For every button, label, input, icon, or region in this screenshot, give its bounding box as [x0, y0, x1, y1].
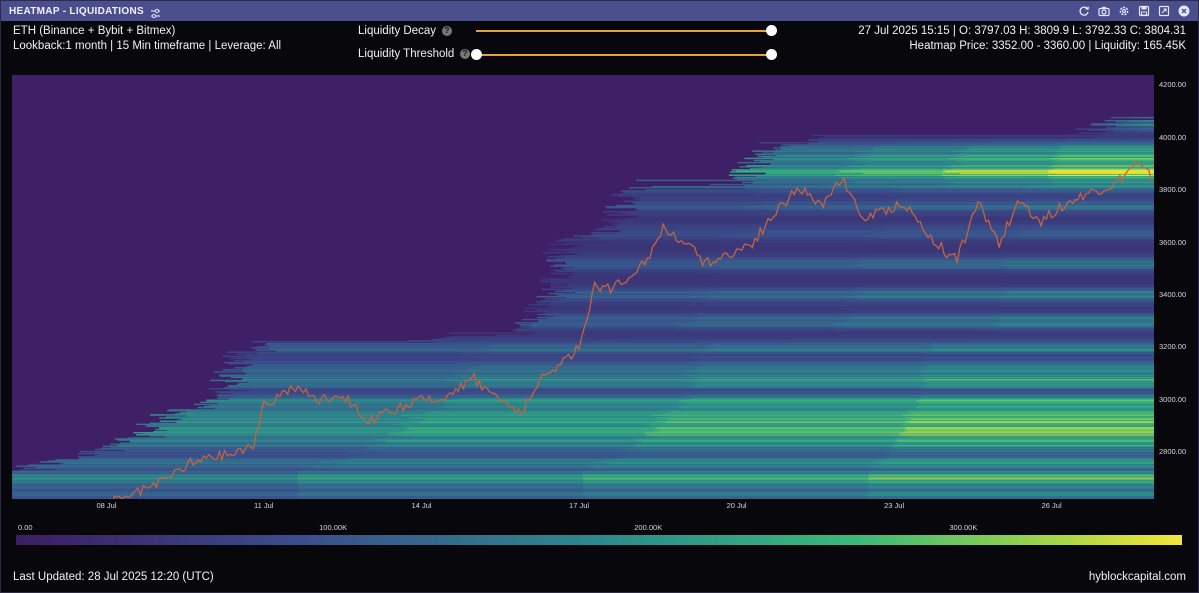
x-tick-label: 26 Jul: [1041, 501, 1062, 510]
liquidation-heatmap[interactable]: [12, 75, 1154, 499]
liquidity-cell: [1110, 116, 1122, 119]
liquidity-cell: [1142, 127, 1154, 129]
title-bar: HEATMAP - LIQUIDATIONS: [1, 1, 1198, 21]
price-axis: 4200.00 4000.00 3800.00 3600.00 3400.00 3200.…: [1154, 75, 1199, 499]
heatmap-widget: HEATMAP - LIQUIDATIONS ETH (Binance + By…: [0, 0, 1199, 593]
x-tick-label: 20 Jul: [726, 501, 747, 510]
colorbar-tick-label: 0.00: [18, 523, 33, 532]
y-tick-label: 4000.00: [1159, 132, 1187, 142]
ohlc-readout: 27 Jul 2025 15:15 | O: 3797.03 H: 3809.9…: [858, 25, 1186, 37]
liquidity-cell: [1107, 123, 1124, 125]
close-icon[interactable]: [1177, 4, 1190, 17]
decay-help-icon[interactable]: ?: [442, 26, 452, 36]
liquidity-colorbar: [16, 535, 1182, 545]
threshold-help-icon[interactable]: ?: [460, 49, 470, 59]
liquidity-cell: [1091, 123, 1108, 125]
refresh-icon[interactable]: [1077, 4, 1090, 17]
liquidity-cell: [897, 134, 984, 137]
expand-icon[interactable]: [1157, 4, 1170, 17]
colorbar-tick-label: 300.00K: [949, 523, 978, 532]
y-tick-label: 2800.00: [1159, 446, 1187, 456]
last-updated: Last Updated: 28 Jul 2025 12:20 (UTC): [13, 571, 214, 583]
liquidity-cell: [1138, 123, 1154, 125]
liquidity-cell: [1129, 120, 1143, 122]
liquidity-cell: [903, 137, 988, 140]
liquidity-cell: [811, 134, 898, 137]
liquidity-cell: [1141, 120, 1154, 122]
liquidity-cell: [819, 137, 904, 140]
liquidity-cell: [1104, 120, 1118, 122]
exchange-label: ETH (Binance + Bybit + Bitmex): [13, 25, 176, 37]
decay-slider-handle[interactable]: [766, 25, 777, 36]
liquidity-cell: [1143, 116, 1154, 119]
tune-icon[interactable]: [150, 6, 161, 18]
x-tick-label: 17 Jul: [569, 501, 590, 510]
liquidity-cell: [986, 137, 1071, 140]
save-icon[interactable]: [1137, 4, 1150, 17]
y-tick-label: 3400.00: [1159, 289, 1187, 299]
heatmap-price-readout: Heatmap Price: 3352.00 - 3360.00 | Liqui…: [909, 40, 1186, 52]
brand-link[interactable]: hyblockcapital.com: [1089, 571, 1186, 583]
liquidity-cell: [1118, 127, 1131, 129]
x-tick-label: 08 Jul: [96, 501, 117, 510]
liquidity-cell: [1121, 116, 1133, 119]
threshold-min-handle[interactable]: [471, 49, 482, 60]
y-tick-label: 3600.00: [1159, 237, 1187, 247]
liquidity-cell: [1075, 128, 1096, 130]
liquidity-cell: [1116, 120, 1130, 122]
x-tick-label: 11 Jul: [254, 501, 274, 510]
y-tick-label: 3000.00: [1159, 394, 1187, 404]
liquidity-threshold-slider[interactable]: [471, 49, 777, 60]
y-tick-label: 4200.00: [1159, 80, 1187, 90]
liquidity-threshold-label: Liquidity Threshold: [358, 48, 455, 60]
lookback-label: Lookback:1 month | 15 Min timeframe | Le…: [13, 40, 282, 52]
y-tick-label: 3800.00: [1159, 185, 1187, 195]
x-tick-label: 23 Jul: [884, 501, 905, 510]
liquidity-cell: [1122, 123, 1139, 125]
colorbar-tick-label: 100.00K: [319, 523, 348, 532]
liquidity-cell: [1079, 132, 1099, 135]
x-tick-label: 14 Jul: [411, 501, 432, 510]
settings-icon[interactable]: [1117, 4, 1130, 17]
widget-title: HEATMAP - LIQUIDATIONS: [9, 5, 144, 17]
colorbar-tick-label: 200.00K: [634, 523, 663, 532]
liquidity-cell: [1132, 116, 1144, 119]
camera-icon[interactable]: [1097, 4, 1110, 17]
liquidity-decay-label: Liquidity Decay: [358, 25, 436, 37]
threshold-max-handle[interactable]: [766, 49, 777, 60]
liquidity-cell: [1130, 127, 1143, 129]
liquidity-cell: [1106, 127, 1119, 129]
liquidity-cell: [982, 134, 1069, 137]
y-tick-label: 3200.00: [1159, 342, 1187, 352]
liquidity-decay-slider[interactable]: [476, 25, 777, 36]
time-axis: 08 Jul 11 Jul 14 Jul 17 Jul 20 Jul 23 Jul 26 J…: [12, 499, 1154, 515]
